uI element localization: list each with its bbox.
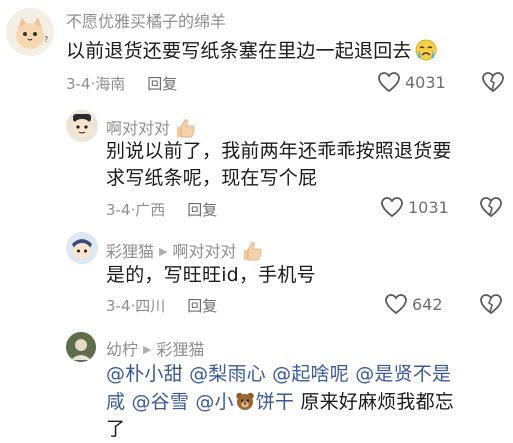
mention-link[interactable]: 咸 xyxy=(106,391,125,413)
like-button[interactable]: 4031 xyxy=(377,71,446,93)
comment-meta: 3-4·广西 回复 xyxy=(106,199,217,220)
username[interactable]: 幼柠 ▶ 彩狸猫 xyxy=(106,336,205,360)
svg-text:?: ? xyxy=(44,35,48,44)
broken-heart-icon xyxy=(480,197,502,218)
dislike-button[interactable] xyxy=(479,293,503,319)
comment-text-line-2: 咸 @谷雪 @小 饼干 原来好麻烦我都忘 xyxy=(106,388,506,416)
mention-link[interactable]: @朴小甜 xyxy=(106,363,183,385)
username[interactable]: 啊对对对 xyxy=(106,114,196,139)
like-count: 1031 xyxy=(408,197,449,217)
character-avatar-icon xyxy=(66,232,98,264)
like-count: 4031 xyxy=(405,72,446,92)
crying-face-icon xyxy=(415,39,437,61)
username-text: 彩狸猫 xyxy=(106,242,155,261)
comment-text: @朴小甜 @梨雨心 @起啥呢 @是贤不是 咸 @谷雪 @小 饼干 原来好麻烦我都忘… xyxy=(106,361,506,443)
like-button[interactable]: 642 xyxy=(384,293,443,315)
reply-button[interactable]: 回复 xyxy=(187,201,217,219)
comment-location: 四川 xyxy=(135,297,166,315)
reply-to-name[interactable]: 啊对对对 xyxy=(172,242,236,261)
mention-link[interactable]: @是贤不是 xyxy=(355,363,451,385)
mention-link[interactable]: @起啥呢 xyxy=(272,363,349,385)
cat-avatar-icon: ? xyxy=(6,8,54,56)
comment-location: 海南 xyxy=(95,75,126,93)
heart-icon xyxy=(381,197,403,218)
character-avatar-icon xyxy=(66,110,98,142)
comment-text: 别说以前了，我前两年还乖乖按照退货要 求写纸条呢，现在写个屁 xyxy=(106,138,506,192)
avatar[interactable]: ? xyxy=(6,8,54,56)
mention-text: @小 xyxy=(195,391,234,413)
comment-meta: 3-4·海南 回复 xyxy=(66,73,177,94)
bear-face-icon xyxy=(235,391,255,411)
username[interactable]: 彩狸猫 ▶ 啊对对对 xyxy=(106,237,263,262)
reply-button[interactable]: 回复 xyxy=(147,75,177,93)
comment-text-body: 原来好麻烦我都忘 xyxy=(300,391,454,413)
heart-icon xyxy=(378,72,400,93)
broken-heart-icon xyxy=(482,72,504,93)
comment-date: 3-4 xyxy=(106,297,131,315)
comment-date: 3-4 xyxy=(66,75,91,93)
comment-location: 广西 xyxy=(135,201,166,219)
photo-avatar-icon xyxy=(66,332,96,362)
mention-link[interactable]: @小 饼干 xyxy=(195,391,294,413)
broken-heart-icon xyxy=(480,294,502,315)
mention-link[interactable]: @梨雨心 xyxy=(189,363,266,385)
avatar[interactable] xyxy=(66,332,96,362)
comment-text-line-3: 了 xyxy=(106,418,126,440)
reply-to-name[interactable]: 彩狸猫 xyxy=(156,340,204,359)
comment-4: 幼柠 ▶ 彩狸猫 @朴小甜 @梨雨心 @起啥呢 @是贤不是 咸 @谷雪 @小 饼干 原… xyxy=(0,326,513,440)
comment-date: 3-4 xyxy=(106,201,131,219)
reply-button[interactable]: 回复 xyxy=(187,297,217,315)
username-text: 啊对对对 xyxy=(106,119,171,138)
comment-meta: 3-4·四川 回复 xyxy=(106,295,217,316)
like-button[interactable]: 1031 xyxy=(380,196,449,218)
dislike-button[interactable] xyxy=(481,71,505,97)
comment-2: 啊对对对 别说以前了，我前两年还乖乖按照退货要 求写纸条呢，现在写个屁 3-4·… xyxy=(0,98,513,226)
avatar[interactable] xyxy=(66,110,98,142)
comment-text-body: 以前退货还要写纸条塞在里边一起退回去 xyxy=(66,40,412,62)
comment-1: ? 不愿优雅买橘子的绵羊 以前退货还要写纸条塞在里边一起退回去 3-4·海南 回复… xyxy=(0,0,513,98)
avatar[interactable] xyxy=(66,232,98,264)
dislike-button[interactable] xyxy=(479,196,503,222)
username[interactable]: 不愿优雅买橘子的绵羊 xyxy=(66,8,226,32)
comment-3: 彩狸猫 ▶ 啊对对对 是的，写旺旺id，手机号 3-4·四川 回复 642 xyxy=(0,226,513,326)
heart-icon xyxy=(385,294,407,315)
comment-text-line-2: 求写纸条呢，现在写个屁 xyxy=(106,167,318,189)
mention-text: 饼干 xyxy=(255,391,295,413)
reply-arrow-icon: ▶ xyxy=(159,245,168,258)
reply-arrow-icon: ▶ xyxy=(143,343,152,356)
comment-text-line-1: @朴小甜 @梨雨心 @起啥呢 @是贤不是 xyxy=(106,361,506,388)
like-count: 642 xyxy=(412,294,443,314)
comment-text: 以前退货还要写纸条塞在里边一起退回去 xyxy=(66,35,437,65)
mention-link[interactable]: @谷雪 xyxy=(131,391,189,413)
comment-text: 是的，写旺旺id，手机号 xyxy=(106,264,316,286)
comment-text-line-1: 别说以前了，我前两年还乖乖按照退货要 xyxy=(106,140,452,162)
username-text: 幼柠 xyxy=(106,340,139,359)
